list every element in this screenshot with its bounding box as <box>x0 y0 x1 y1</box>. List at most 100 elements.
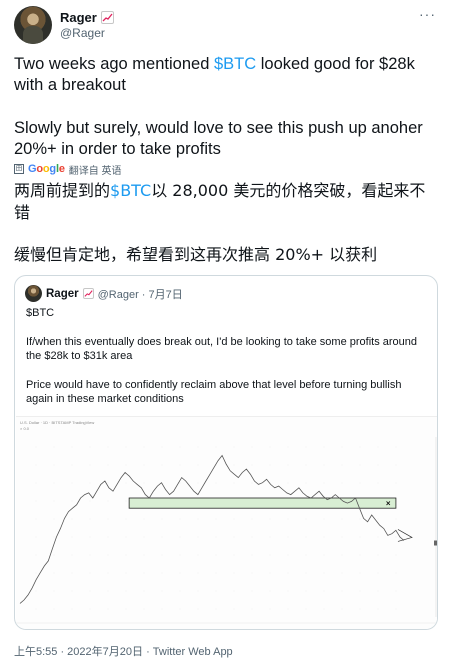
grid-dot <box>323 536 325 538</box>
grid-dot <box>161 464 163 466</box>
grid-dot <box>89 590 91 592</box>
grid-dot <box>305 572 307 574</box>
quoted-paragraph-1: If/when this eventually does break out, … <box>26 335 417 363</box>
grid-dot <box>89 572 91 574</box>
grid-dot <box>71 500 73 502</box>
grid-dot <box>125 500 127 502</box>
grid-dot <box>251 554 253 556</box>
grid-dot <box>395 536 397 538</box>
grid-dot <box>107 590 109 592</box>
grid-dot <box>359 554 361 556</box>
grid-dot <box>89 608 91 610</box>
grid-dot <box>71 536 73 538</box>
name-row: Rager <box>60 10 114 25</box>
grid-dot <box>251 536 253 538</box>
grid-dot <box>287 518 289 520</box>
grid-dot <box>323 590 325 592</box>
grid-dot <box>251 464 253 466</box>
grid-dot <box>341 590 343 592</box>
grid-dot <box>71 482 73 484</box>
grid-dot <box>269 536 271 538</box>
grid-dot <box>179 608 181 610</box>
price-chart-image[interactable]: U.S. Dollar · 1D · BITSTAMP TradingView … <box>16 416 437 629</box>
grid-dot <box>305 554 307 556</box>
grid-dot <box>197 572 199 574</box>
display-name[interactable]: Rager <box>60 10 97 25</box>
tweet-text-paragraph-2: Slowly but surely, would love to see thi… <box>14 119 423 158</box>
grid-dot <box>377 464 379 466</box>
grid-dot <box>377 518 379 520</box>
grid-dot <box>143 446 145 448</box>
grid-dot <box>53 518 55 520</box>
grid-dot <box>377 590 379 592</box>
grid-dot <box>395 572 397 574</box>
grid-dot <box>161 590 163 592</box>
translated-paragraph-1: 两周前提到的$BTC以 28,000 美元的价格突破，看起来不错 <box>14 180 438 224</box>
translation-attribution: 由 Google 翻译自 英语 <box>14 162 122 177</box>
grid-dot <box>323 554 325 556</box>
grid-dot <box>215 446 217 448</box>
grid-dot <box>107 464 109 466</box>
grid-dot <box>269 554 271 556</box>
quoted-tweet[interactable]: Rager @Rager · 7月7日 $BTC If/when this ev… <box>14 275 438 630</box>
grid-dot <box>143 464 145 466</box>
grid-dot <box>341 518 343 520</box>
grid-dot <box>287 572 289 574</box>
grid-dot <box>341 554 343 556</box>
translated-cashtag-link[interactable]: $BTC <box>110 181 151 200</box>
grid-dot <box>305 446 307 448</box>
grid-dot <box>215 482 217 484</box>
grid-dot <box>107 500 109 502</box>
grid-dot <box>161 536 163 538</box>
grid-dot <box>359 536 361 538</box>
chart-increasing-icon <box>100 11 114 24</box>
grid-dot <box>359 572 361 574</box>
grid-dot <box>287 446 289 448</box>
translate-by-icon: 由 <box>14 164 24 174</box>
tweet-timestamp-source[interactable]: 上午5:55 · 2022年7月20日 · Twitter Web App <box>14 643 233 659</box>
grid-dot <box>179 482 181 484</box>
grid-dot <box>53 608 55 610</box>
grid-dot <box>179 518 181 520</box>
translation-source-label[interactable]: 翻译自 英语 <box>69 162 122 177</box>
grid-dot <box>233 464 235 466</box>
grid-dot <box>107 572 109 574</box>
grid-dot <box>161 608 163 610</box>
grid-dot <box>161 518 163 520</box>
grid-dot <box>251 518 253 520</box>
grid-dot <box>89 554 91 556</box>
grid-dot <box>341 572 343 574</box>
grid-dot <box>107 446 109 448</box>
grid-dot <box>35 464 37 466</box>
grid-dot <box>71 590 73 592</box>
grid-dot <box>305 590 307 592</box>
chart-plot: × <box>16 437 437 624</box>
quoted-cashtag: $BTC <box>26 307 55 319</box>
grid-dot <box>215 518 217 520</box>
grid-dot <box>197 554 199 556</box>
grid-dot <box>143 536 145 538</box>
grid-dot <box>53 554 55 556</box>
grid-dot <box>251 608 253 610</box>
grid-dot <box>161 572 163 574</box>
grid-dot <box>53 500 55 502</box>
grid-dot <box>125 464 127 466</box>
avatar[interactable] <box>14 6 52 44</box>
handle[interactable]: @Rager <box>60 26 105 40</box>
grid-dot <box>179 572 181 574</box>
grid-dot <box>125 446 127 448</box>
google-logo-icon: Google <box>28 163 65 175</box>
grid-dot <box>395 464 397 466</box>
grid-dot <box>197 608 199 610</box>
grid-dot <box>179 446 181 448</box>
cashtag-link[interactable]: $BTC <box>214 55 256 73</box>
grid-dot <box>35 536 37 538</box>
tweet-text-prefix: Two weeks ago mentioned <box>14 55 214 73</box>
grid-dot <box>53 572 55 574</box>
grid-dot <box>107 518 109 520</box>
more-options-icon[interactable]: ··· <box>419 6 436 22</box>
grid-dot <box>35 590 37 592</box>
grid-dot <box>35 500 37 502</box>
grid-dot <box>305 536 307 538</box>
grid-dot <box>143 482 145 484</box>
